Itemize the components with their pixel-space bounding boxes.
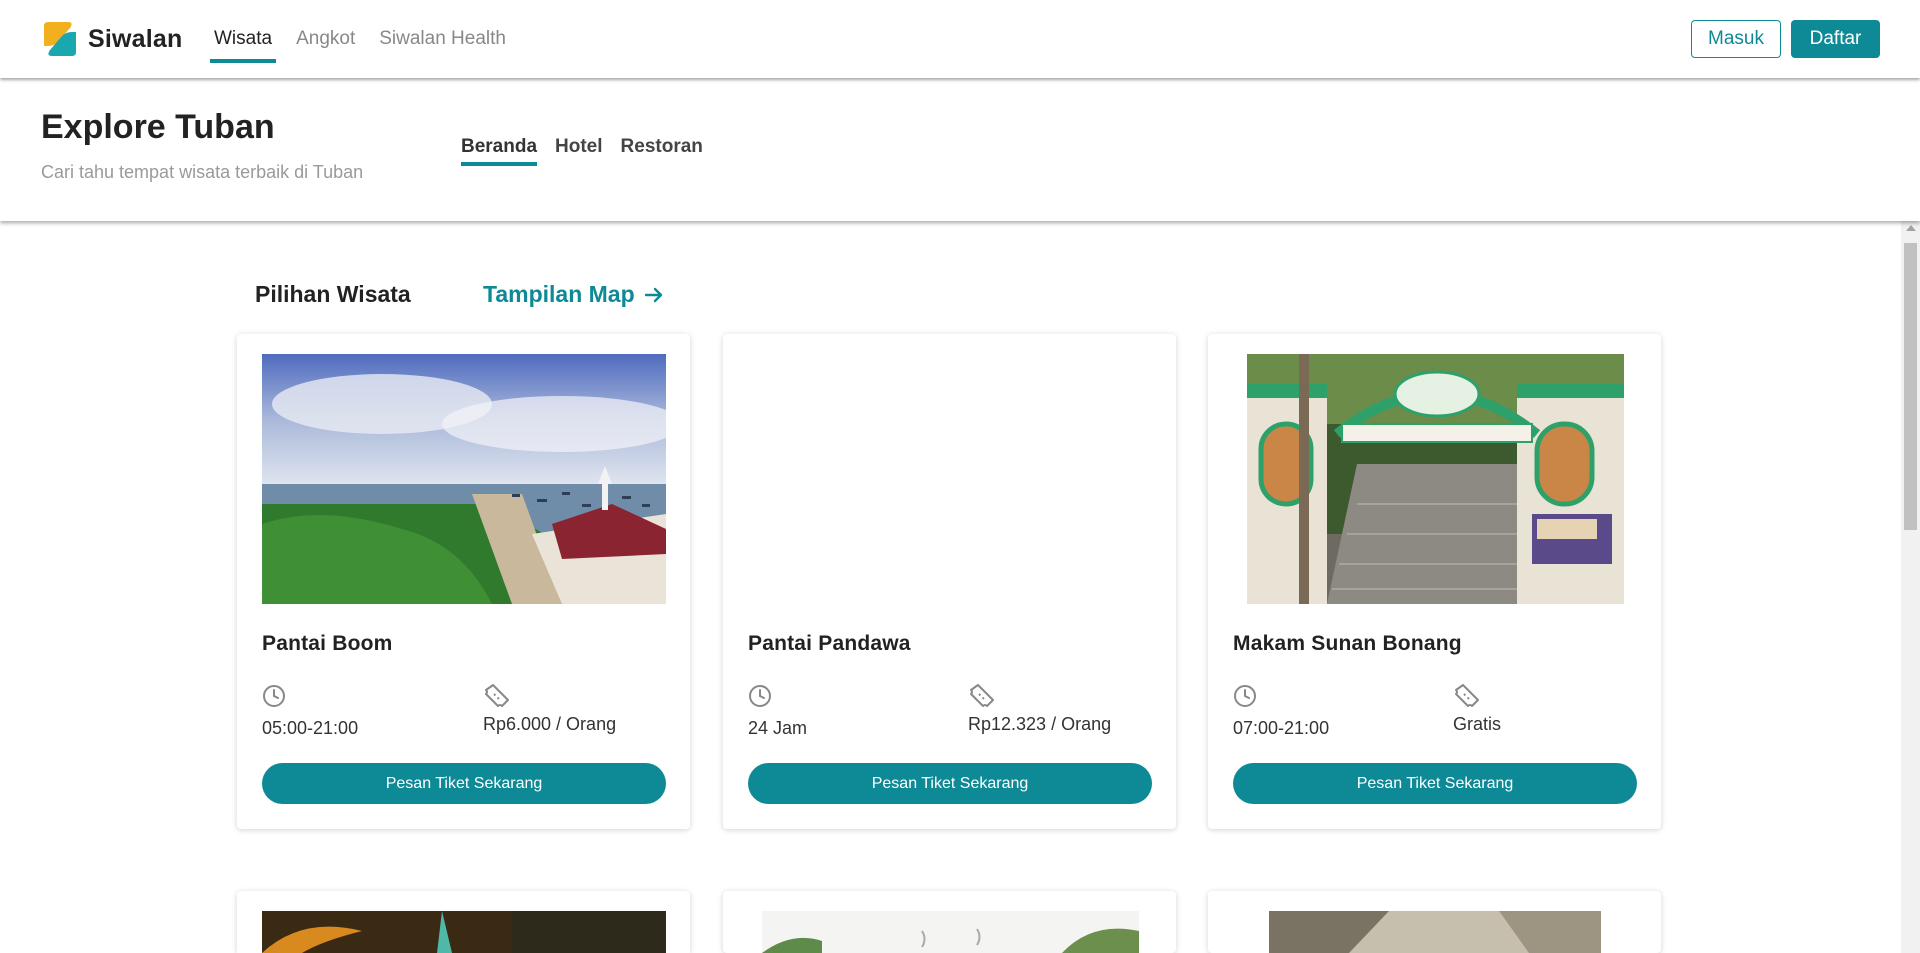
destination-card [237, 891, 690, 953]
tab-beranda[interactable]: Beranda [461, 136, 538, 166]
login-button[interactable]: Masuk [1691, 20, 1781, 58]
destination-photo[interactable] [262, 354, 666, 604]
nav-angkot[interactable]: Angkot [292, 0, 359, 78]
logo-mark-icon [40, 20, 80, 58]
page-scrollbar[interactable] [1901, 221, 1920, 953]
opening-hours: 05:00-21:00 [262, 718, 359, 738]
ticket-icon [970, 684, 994, 707]
arrow-right-icon [644, 287, 662, 302]
destination-card [723, 891, 1176, 953]
brand-logo[interactable]: Siwalan [40, 20, 183, 58]
destination-photo[interactable] [762, 911, 1139, 953]
page-title: Explore Tuban [41, 108, 275, 146]
brand-name: Siwalan [88, 24, 183, 53]
clock-icon [263, 685, 285, 707]
clock-icon [1234, 685, 1256, 707]
nav-siwalan-health[interactable]: Siwalan Health [375, 0, 510, 78]
tab-hotel[interactable]: Hotel [555, 136, 603, 164]
opening-hours: 24 Jam [748, 718, 808, 738]
destination-photo[interactable] [1269, 911, 1601, 953]
book-ticket-button[interactable]: Pesan Tiket Sekarang [748, 763, 1152, 804]
destination-photo[interactable] [262, 911, 666, 953]
nav-wisata[interactable]: Wisata [210, 0, 277, 78]
destination-name: Makam Sunan Bonang [1233, 632, 1462, 655]
ticket-icon [485, 684, 509, 707]
page-caption: Cari tahu tempat wisata terbaik di Tuban [41, 162, 364, 182]
top-navbar: Siwalan Wisata Angkot Siwalan Health Mas… [0, 0, 1920, 78]
book-ticket-button[interactable]: Pesan Tiket Sekarang [262, 763, 666, 804]
section-title: Pilihan Wisata [255, 281, 411, 307]
sub-tabs: Beranda Hotel Restoran [461, 136, 721, 166]
register-button[interactable]: Daftar [1791, 20, 1880, 58]
destination-name: Pantai Boom [262, 632, 393, 655]
destination-card: Makam Sunan Bonang 07:00-21:00 Gratis Pe… [1208, 334, 1661, 829]
book-ticket-button[interactable]: Pesan Tiket Sekarang [1233, 763, 1637, 804]
map-link-label: Tampilan Map [483, 281, 635, 307]
destination-card: Pantai Pandawa 24 Jam Rp12.323 / Orang P… [723, 334, 1176, 829]
ticket-icon [1455, 684, 1479, 707]
tab-restoran[interactable]: Restoran [621, 136, 703, 164]
destination-name: Pantai Pandawa [748, 632, 911, 655]
map-view-link[interactable]: Tampilan Map [483, 281, 665, 308]
ticket-price: Rp12.323 / Orang [968, 714, 1112, 734]
destination-photo[interactable] [748, 354, 1152, 604]
main-nav: Wisata Angkot Siwalan Health [210, 0, 526, 78]
page-header: Explore Tuban Cari tahu tempat wisata te… [0, 78, 1920, 221]
clock-icon [749, 685, 771, 707]
destination-card [1208, 891, 1661, 953]
opening-hours: 07:00-21:00 [1233, 718, 1330, 738]
ticket-price: Rp6.000 / Orang [483, 714, 617, 734]
scroll-up-icon[interactable] [1906, 225, 1916, 231]
destination-photo[interactable] [1247, 354, 1624, 604]
ticket-price: Gratis [1453, 714, 1502, 734]
destination-card: Pantai Boom 05:00-21:00 Rp6.000 / Orang … [237, 334, 690, 829]
scroll-thumb[interactable] [1904, 243, 1917, 530]
